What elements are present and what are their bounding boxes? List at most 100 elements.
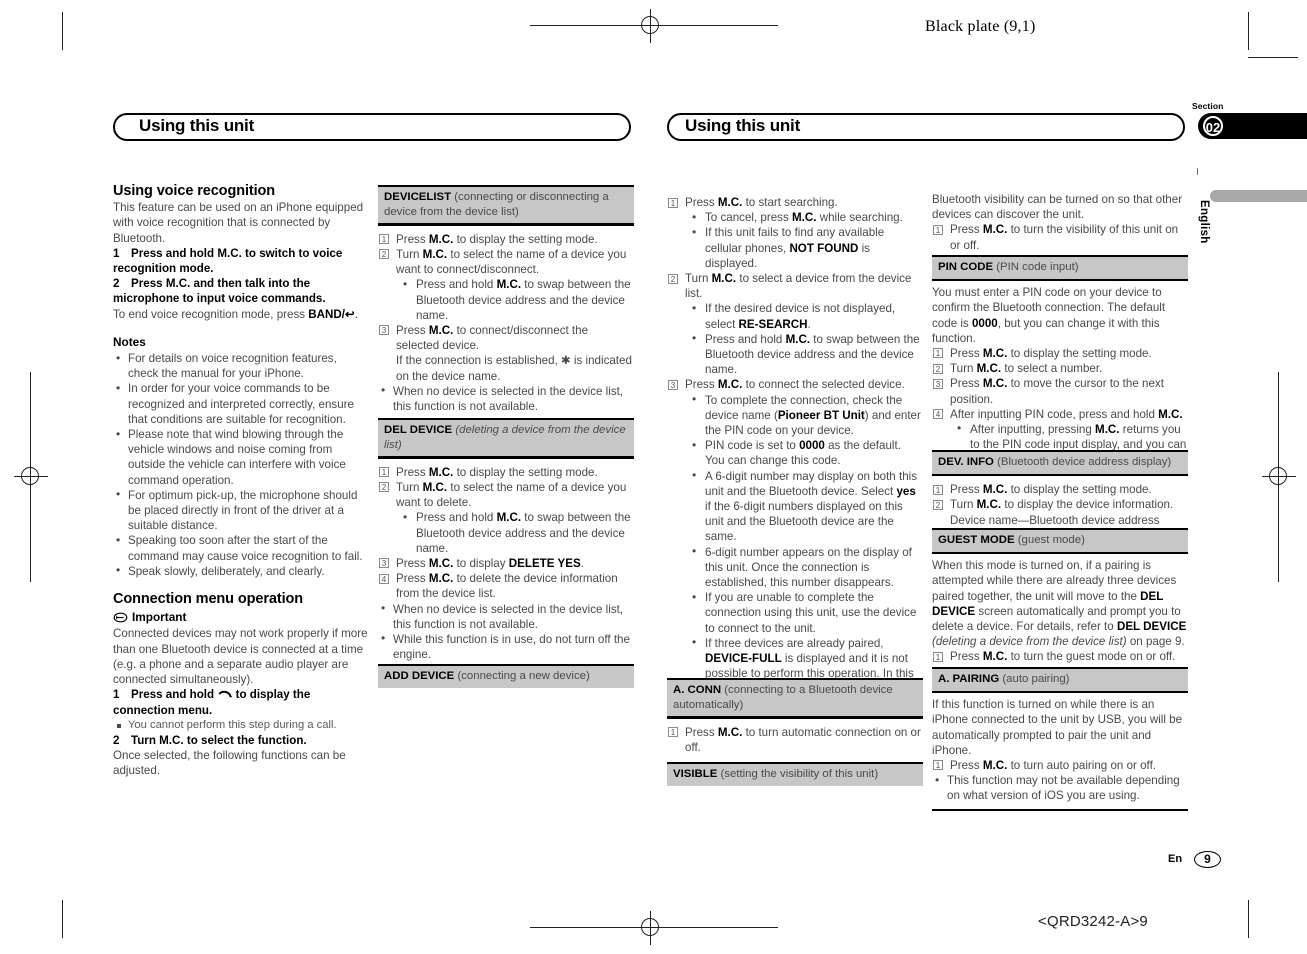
conn-step-1-number: 1: [113, 688, 120, 702]
list-item: 1 Press M.C. to turn automatic connection…: [667, 725, 923, 755]
step-number: 1: [933, 348, 943, 359]
voice-step-2-number: 2: [113, 277, 120, 291]
step-sub-list: Press and hold M.C. to swap between the …: [396, 277, 634, 323]
dev-info-desc: (Bluetooth device address display): [997, 456, 1172, 468]
step-text: Press M.C. to connect/disconnect the sel…: [396, 323, 589, 353]
visible-body: Bluetooth visibility can be turned on so…: [932, 193, 1183, 222]
a-pairing-trailing-notes: This function may not be available depen…: [932, 773, 1188, 803]
list-item: 3 Press M.C. to move the cursor to the ne…: [932, 376, 1188, 406]
devicelist-name: DEVICELIST: [384, 191, 452, 203]
manual-page: Black plate (9,1) Using this unit Using …: [0, 0, 1307, 954]
trim-line-lower-left: [62, 900, 63, 938]
devicelist-steps: 1 Press M.C. to display the setting mode.…: [378, 232, 634, 384]
list-item: For details on voice recognition feature…: [113, 351, 369, 381]
step-text: Press M.C. to display the setting mode.: [950, 346, 1152, 360]
step-number: 1: [668, 197, 678, 208]
left-page-title: Using this unit: [139, 116, 255, 135]
a-pairing-desc: (auto pairing): [1002, 673, 1070, 685]
list-item: 4 Press M.C. to delete the device informa…: [378, 571, 634, 601]
left-column-1: Using voice recognition This feature can…: [113, 183, 369, 779]
dev-info-content: 1 Press M.C. to display the setting mode.…: [932, 476, 1188, 533]
trim-line-upper-left: [62, 12, 63, 50]
conn-step-2-number: 2: [113, 733, 120, 747]
step-sub-list: If the desired device is not displayed, …: [685, 301, 923, 377]
footer-document-code: <QRD3242-A>9: [1038, 913, 1148, 930]
list-item: Press and hold M.C. to swap between the …: [396, 510, 634, 556]
del-device-box: DEL DEVICE (deleting a device from the d…: [378, 418, 634, 667]
step-number: 1: [933, 651, 943, 662]
conn-step-1-notes: You cannot perform this step during a ca…: [113, 718, 369, 733]
list-item: 3 Press M.C. to connect/disconnect the se…: [378, 323, 634, 384]
section-end-rule: [932, 808, 1188, 812]
a-pairing-header: A. PAIRING (auto pairing): [932, 667, 1188, 691]
voice-step-2-sub-text: To end voice recognition mode, press BAN…: [113, 307, 345, 321]
voice-recognition-intro: This feature can be used on an iPhone eq…: [113, 201, 364, 245]
step-text: Press M.C. to display the setting mode.: [950, 483, 1152, 497]
list-item: Press and hold M.C. to swap between the …: [396, 277, 634, 323]
a-conn-header: A. CONN (connecting to a Bluetooth devic…: [667, 678, 923, 717]
step-text: Press M.C. to turn automatic connection …: [685, 725, 921, 754]
step-number: 1: [933, 484, 943, 495]
pin-code-body: You must enter a PIN code on your device…: [932, 286, 1166, 345]
add-device-steps: 1 Press M.C. to start searching. To cance…: [667, 195, 923, 697]
a-conn-name: A. CONN: [673, 684, 722, 696]
list-item: While this function is in use, do not tu…: [378, 631, 634, 662]
devicelist-box: DEVICELIST (connecting or disconnecting …: [378, 185, 634, 419]
list-item: To cancel, press M.C. while searching.: [685, 210, 923, 225]
voice-step-2-sub: To end voice recognition mode, press BAN…: [113, 307, 358, 321]
step-text: Turn M.C. to display the device informat…: [950, 498, 1174, 512]
step-text: Turn M.C. to select a number.: [950, 362, 1103, 376]
step-text: Press M.C. to move the cursor to the nex…: [950, 377, 1164, 406]
step-text: Turn M.C. to select the name of a device…: [396, 480, 627, 510]
language-tab: [1210, 190, 1307, 202]
step-sub-list: To cancel, press M.C. while searching. I…: [685, 210, 923, 271]
step-number: 1: [379, 467, 389, 478]
guest-mode-content: When this mode is turned on, if a pairin…: [932, 554, 1188, 669]
step-text: Press M.C. to display DELETE YES.: [396, 556, 584, 570]
black-plate-label: Black plate (9,1): [925, 18, 1036, 35]
guest-mode-header: GUEST MODE (guest mode): [932, 528, 1188, 552]
voice-recognition-heading: Using voice recognition: [113, 183, 276, 199]
list-item: If you are unable to complete the connec…: [685, 590, 923, 636]
voice-step-2: 2 Press M.C. and then talk into the micro…: [113, 276, 369, 306]
list-item: 2 Turn M.C. to select a device from the d…: [667, 271, 923, 377]
crop-line-left-top: [30, 372, 31, 464]
step-text: Turn M.C. to select a device from the de…: [685, 272, 912, 301]
del-device-trailing-notes: When no device is selected in the device…: [378, 601, 634, 663]
step-number: 3: [933, 378, 943, 389]
step-number: 2: [933, 499, 943, 510]
list-item: Speak slowly, deliberately, and clearly.: [113, 563, 369, 579]
list-item: Press and hold M.C. to swap between the …: [685, 331, 923, 378]
dev-info-name: DEV. INFO: [938, 456, 994, 468]
right-column-1: 1 Press M.C. to start searching. To cance…: [667, 195, 923, 697]
list-item: Please note that wind blowing through th…: [113, 427, 369, 488]
del-device-name: DEL DEVICE: [384, 424, 453, 436]
devicelist-header: DEVICELIST (connecting or disconnecting …: [378, 185, 634, 224]
crop-line-left-bottom: [30, 490, 31, 582]
del-device-steps: 1 Press M.C. to display the setting mode.…: [378, 465, 634, 602]
edge-tick-mark: [1197, 168, 1198, 175]
a-pairing-body: If this function is turned on while ther…: [932, 698, 1183, 757]
pin-code-box: PIN CODE (PIN code input) You must enter…: [932, 255, 1188, 473]
step-number: 4: [379, 573, 389, 584]
list-item: If the desired device is not displayed, …: [685, 301, 923, 331]
list-item: 1 Press M.C. to display the setting mode.: [378, 465, 634, 480]
crop-line-bottom-right: [668, 927, 778, 928]
list-item: 1 Press M.C. to turn the guest mode on or…: [932, 649, 1188, 664]
step-text: Press M.C. to turn the guest mode on or …: [950, 650, 1176, 664]
add-device-name: ADD DEVICE: [384, 670, 455, 682]
band-back-icon: ↩: [345, 307, 355, 321]
step-sub-list: To complete the connection, check the de…: [685, 392, 923, 697]
footer-page-number: 9: [1194, 851, 1221, 868]
list-item: 1 Press M.C. to display the setting mode.: [932, 482, 1188, 497]
step-text: After inputting PIN code, press and hold…: [950, 407, 1183, 421]
step-number: 1: [933, 760, 943, 771]
del-device-content: 1 Press M.C. to display the setting mode.…: [378, 459, 634, 668]
registration-mark-top: [634, 9, 668, 43]
step-number: 2: [933, 363, 943, 374]
list-item: When no device is selected in the device…: [378, 383, 634, 414]
important-icon: [113, 612, 128, 623]
conn-step-2: 2 Turn M.C. to select the function.: [113, 733, 369, 748]
list-item: 2 Turn M.C. to select the name of a devic…: [378, 247, 634, 323]
step-text: Press M.C. to connect the selected devic…: [685, 378, 905, 392]
